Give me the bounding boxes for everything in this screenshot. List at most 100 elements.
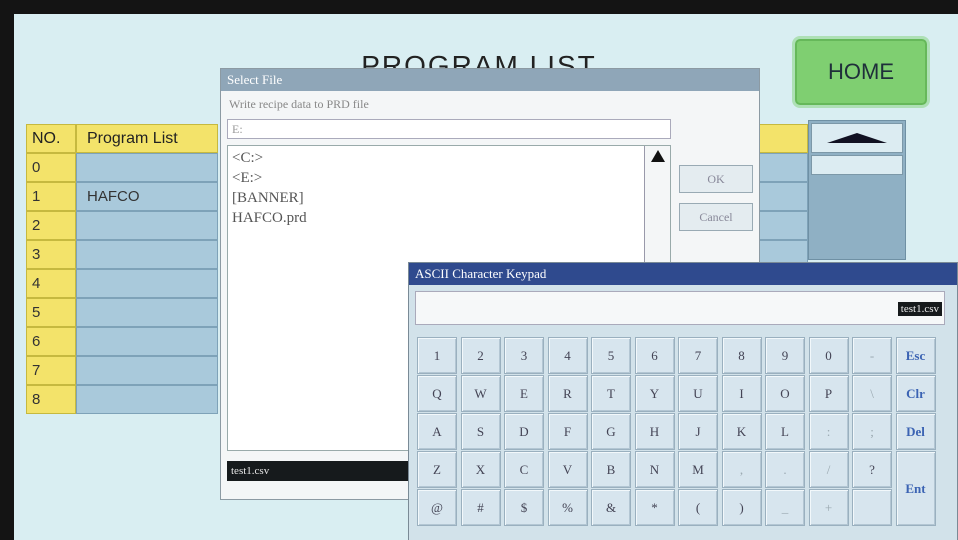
key-char[interactable]: X	[460, 451, 501, 488]
key-char[interactable]: Q	[417, 375, 457, 412]
key-char[interactable]: W	[460, 375, 501, 412]
key-char[interactable]: Z	[417, 451, 457, 488]
key-char[interactable]: 9	[765, 337, 805, 374]
key-char[interactable]: R	[547, 375, 588, 412]
ok-button[interactable]: OK	[679, 165, 753, 193]
key-char[interactable]: 7	[678, 337, 718, 374]
key-char[interactable]: ,	[721, 451, 762, 488]
key-char[interactable]: L	[765, 413, 805, 450]
key-char[interactable]: &	[591, 489, 631, 526]
scroll-up-button[interactable]	[811, 123, 903, 153]
cancel-button[interactable]: Cancel	[679, 203, 753, 231]
key-char[interactable]: -	[852, 337, 892, 374]
key-char[interactable]: H	[634, 413, 675, 450]
program-name-cell[interactable]: HAFCO	[76, 182, 218, 211]
key-char[interactable]: M	[678, 451, 718, 488]
key-char[interactable]: /	[808, 451, 849, 488]
key-char[interactable]: 0	[808, 337, 849, 374]
key-char[interactable]: $	[504, 489, 544, 526]
program-name-cell[interactable]	[76, 153, 218, 182]
key-char[interactable]: *	[634, 489, 675, 526]
program-name-cell[interactable]	[76, 298, 218, 327]
key-char[interactable]: N	[634, 451, 675, 488]
program-name-cell[interactable]	[76, 240, 218, 269]
key-ent[interactable]: Ent	[895, 451, 936, 526]
key-char[interactable]: )	[721, 489, 762, 526]
table-right-column	[758, 124, 808, 269]
key-blank	[852, 489, 892, 526]
key-char[interactable]: 4	[547, 337, 588, 374]
key-char[interactable]: T	[591, 375, 631, 412]
key-char[interactable]: S	[460, 413, 501, 450]
key-char[interactable]: %	[547, 489, 588, 526]
arrow-up-icon	[827, 133, 887, 143]
key-char[interactable]: K	[721, 413, 762, 450]
program-name-cell[interactable]	[76, 269, 218, 298]
program-name-cell[interactable]	[76, 356, 218, 385]
table-row[interactable]: 8	[26, 385, 218, 414]
keypad-display-value: test1.csv	[897, 302, 942, 316]
key-char[interactable]: G	[591, 413, 631, 450]
home-button[interactable]: HOME	[792, 36, 930, 108]
row-number: 5	[26, 298, 76, 327]
key-char[interactable]: V	[547, 451, 588, 488]
key-char[interactable]: A	[417, 413, 457, 450]
key-char[interactable]: F	[547, 413, 588, 450]
key-char[interactable]: +	[808, 489, 849, 526]
program-name-cell[interactable]	[76, 327, 218, 356]
key-char[interactable]: 6	[634, 337, 675, 374]
table-row[interactable]: 0	[26, 153, 218, 182]
file-list-item[interactable]: <E:>	[228, 168, 670, 188]
table-row[interactable]: 6	[26, 327, 218, 356]
key-char[interactable]: 1	[417, 337, 457, 374]
row-number: 2	[26, 211, 76, 240]
key-char[interactable]: .	[765, 451, 805, 488]
key-char[interactable]: Y	[634, 375, 675, 412]
key-char[interactable]: E	[504, 375, 544, 412]
key-char[interactable]: \	[852, 375, 892, 412]
key-char[interactable]: ?	[852, 451, 892, 488]
key-clr[interactable]: Clr	[895, 375, 936, 412]
key-char[interactable]: I	[721, 375, 762, 412]
key-char[interactable]: @	[417, 489, 457, 526]
table-row[interactable]: 5	[26, 298, 218, 327]
program-name-cell[interactable]	[76, 385, 218, 414]
key-char[interactable]: B	[591, 451, 631, 488]
table-row[interactable]: 1 HAFCO	[26, 182, 218, 211]
row-number: 1	[26, 182, 76, 211]
key-char[interactable]: 5	[591, 337, 631, 374]
key-char[interactable]: J	[678, 413, 718, 450]
key-esc[interactable]: Esc	[895, 337, 936, 374]
dialog-title: Select File	[221, 69, 759, 91]
key-char[interactable]: #	[460, 489, 501, 526]
file-list-item[interactable]: <C:>	[228, 148, 670, 168]
key-char[interactable]: _	[765, 489, 805, 526]
list-scroll-panel	[808, 120, 906, 260]
key-char[interactable]: C	[504, 451, 544, 488]
key-char[interactable]: 8	[721, 337, 762, 374]
key-char[interactable]: D	[504, 413, 544, 450]
key-char[interactable]: U	[678, 375, 718, 412]
key-char[interactable]: 2	[460, 337, 501, 374]
program-name-cell[interactable]	[76, 211, 218, 240]
table-row[interactable]: 2	[26, 211, 218, 240]
scroll-track[interactable]	[811, 155, 903, 175]
table-row[interactable]: 3	[26, 240, 218, 269]
table-header: NO. Program List	[26, 124, 218, 153]
file-list-item[interactable]: HAFCO.prd	[228, 208, 670, 228]
key-char[interactable]: P	[808, 375, 849, 412]
hmi-screen: PROGRAM LIST HOME NO. Program List 0 1 HAF…	[14, 14, 958, 540]
file-list-item[interactable]: [BANNER]	[228, 188, 670, 208]
key-char[interactable]: :	[808, 413, 849, 450]
key-del[interactable]: Del	[895, 413, 936, 450]
key-char[interactable]: (	[678, 489, 718, 526]
key-char[interactable]: 3	[504, 337, 544, 374]
table-row[interactable]: 7	[26, 356, 218, 385]
key-char[interactable]: O	[765, 375, 805, 412]
scroll-up-arrow-icon[interactable]	[650, 150, 665, 162]
program-list-table: NO. Program List 0 1 HAFCO 2 3 4 5 6 7 8	[26, 124, 218, 414]
table-row[interactable]: 4	[26, 269, 218, 298]
filename-field[interactable]: test1.csv	[227, 461, 409, 481]
path-field[interactable]: E:	[227, 119, 671, 139]
key-char[interactable]: ;	[852, 413, 892, 450]
